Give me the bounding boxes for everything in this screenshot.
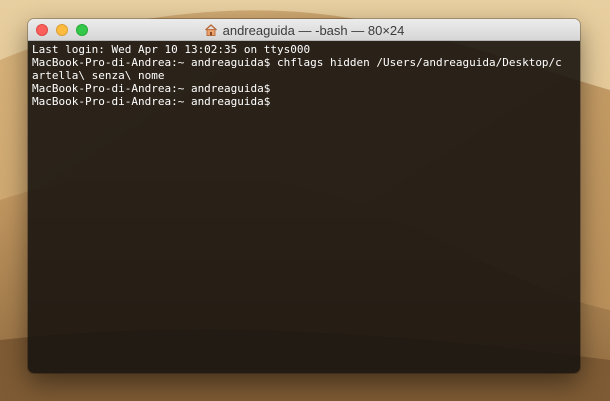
- window-title-area: andreaguida — -bash — 80×24: [28, 19, 580, 41]
- title-bar[interactable]: andreaguida — -bash — 80×24: [28, 19, 580, 41]
- home-folder-icon: [204, 23, 218, 37]
- terminal-line-command-continued: artella\ senza\ nome: [32, 69, 165, 82]
- terminal-window: andreaguida — -bash — 80×24 Last login: …: [28, 19, 580, 373]
- terminal-line-prompt: MacBook-Pro-di-Andrea:~ andreaguida$: [32, 82, 271, 95]
- terminal-output[interactable]: Last login: Wed Apr 10 13:02:35 on ttys0…: [28, 41, 580, 373]
- terminal-line-current-prompt: MacBook-Pro-di-Andrea:~ andreaguida$: [32, 95, 271, 108]
- terminal-line-login: Last login: Wed Apr 10 13:02:35 on ttys0…: [32, 43, 311, 56]
- window-title: andreaguida — -bash — 80×24: [222, 22, 405, 38]
- terminal-line-command: MacBook-Pro-di-Andrea:~ andreaguida$ chf…: [32, 56, 562, 69]
